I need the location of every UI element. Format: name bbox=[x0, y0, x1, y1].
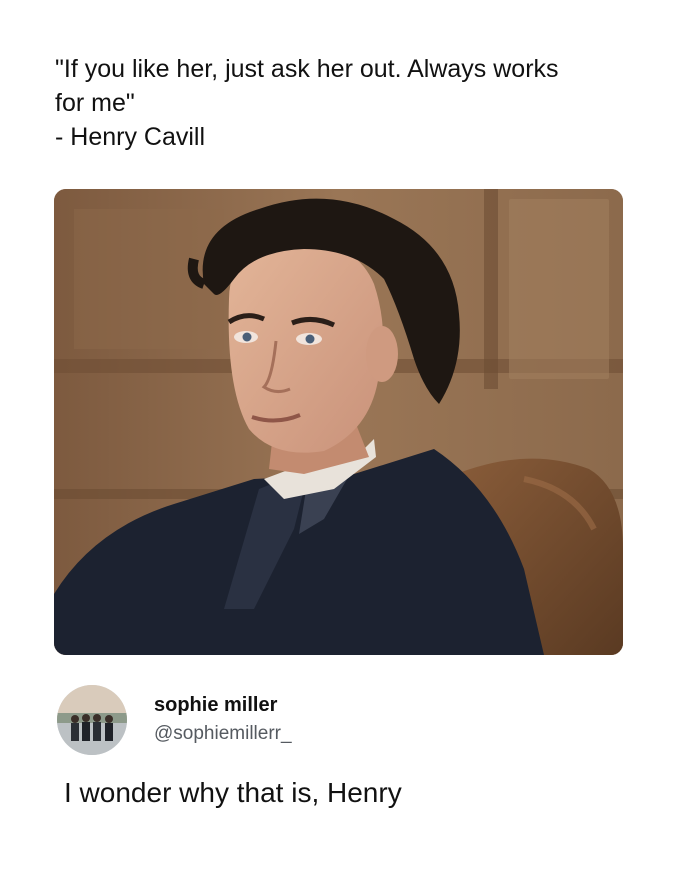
reply-post: sophie miller @sophiemillerr_ I wonder w… bbox=[57, 685, 657, 825]
quote-line: "If you like her, just ask her out. Alwa… bbox=[55, 55, 559, 83]
avatar[interactable] bbox=[57, 685, 127, 755]
reply-text: I wonder why that is, Henry bbox=[64, 777, 402, 808]
quote-text: "If you like her, just ask her out. Alwa… bbox=[55, 52, 645, 154]
user-name[interactable]: sophie miller bbox=[154, 694, 277, 717]
quote-line: for me" bbox=[55, 89, 135, 117]
meme-post: "If you like her, just ask her out. Alwa… bbox=[0, 0, 700, 875]
post-photo bbox=[54, 189, 623, 655]
user-handle[interactable]: @sophiemillerr_ bbox=[154, 723, 292, 745]
quote-attribution: - Henry Cavill bbox=[55, 123, 206, 151]
